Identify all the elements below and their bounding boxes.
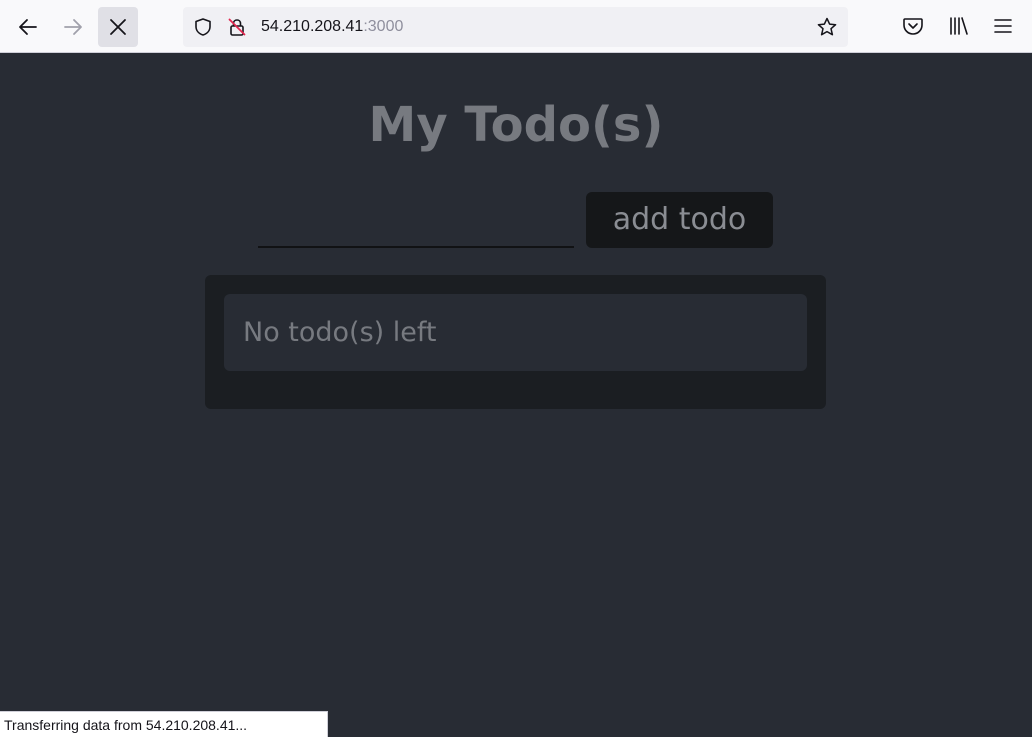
- forward-button[interactable]: [53, 7, 93, 47]
- pocket-icon[interactable]: [901, 14, 925, 38]
- library-icon[interactable]: [946, 14, 970, 38]
- insecure-lock-icon[interactable]: [227, 17, 247, 37]
- add-todo-button[interactable]: add todo: [586, 192, 773, 248]
- empty-todo-item: No todo(s) left: [224, 294, 807, 371]
- url-port: :3000: [363, 18, 404, 35]
- close-icon: [110, 19, 126, 35]
- page-title: My Todo(s): [368, 97, 664, 153]
- empty-todo-message: No todo(s) left: [243, 317, 437, 348]
- url-host: 54.210.208.41: [261, 18, 364, 35]
- hamburger-menu-icon[interactable]: [991, 14, 1015, 38]
- status-text: Transferring data from 54.210.208.41...: [4, 717, 248, 733]
- todo-input[interactable]: [258, 204, 574, 248]
- browser-toolbar: 54.210.208.41:3000: [0, 0, 1032, 53]
- star-icon[interactable]: [816, 16, 838, 38]
- shield-icon[interactable]: [193, 17, 213, 37]
- back-button[interactable]: [8, 7, 48, 47]
- todo-list: No todo(s) left: [205, 275, 826, 409]
- stop-loading-button[interactable]: [98, 7, 138, 47]
- forward-arrow-icon: [64, 19, 82, 35]
- page-content: My Todo(s) add todo No todo(s) left: [0, 53, 1032, 737]
- url-text[interactable]: 54.210.208.41:3000: [261, 17, 403, 37]
- back-arrow-icon: [19, 19, 37, 35]
- status-bar: Transferring data from 54.210.208.41...: [0, 711, 328, 737]
- url-bar[interactable]: 54.210.208.41:3000: [183, 7, 848, 47]
